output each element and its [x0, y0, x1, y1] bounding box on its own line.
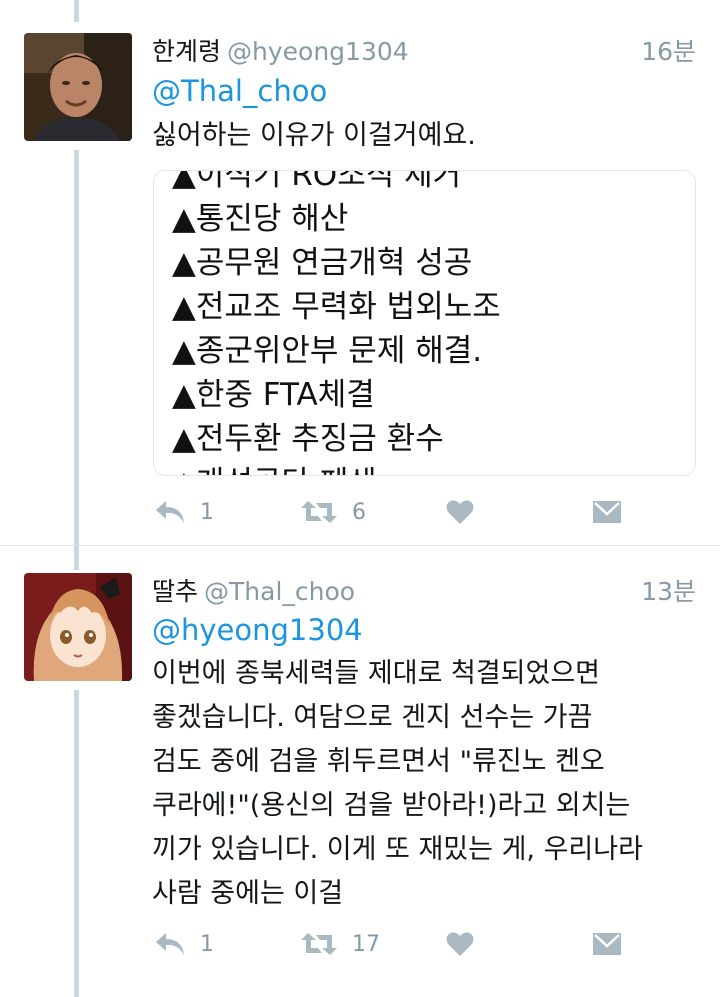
- heart-icon: [446, 500, 474, 524]
- reply-button[interactable]: 1: [154, 924, 214, 964]
- media-text-line: ▲전두환 추징금 환수: [172, 421, 444, 457]
- reply-button[interactable]: 1: [154, 492, 214, 532]
- timestamp[interactable]: 13분: [641, 572, 696, 608]
- retweet-count: 17: [352, 931, 380, 957]
- media-text-line: ▲공무원 연금개혁 성공: [172, 245, 473, 281]
- user-handle[interactable]: @hyeong1304: [227, 37, 409, 66]
- media-text-line: ▲종군위안부 문제 해결.: [172, 333, 483, 369]
- reply-count: 1: [200, 499, 214, 525]
- user-handle[interactable]: @Thal_choo: [204, 577, 355, 606]
- tweet-text-line: 싫어하는 이유가 이걸거예요.: [152, 120, 476, 151]
- tweet-text-line: 끼가 있습니다. 이게 또 재밌는 게, 우리나라: [152, 834, 643, 865]
- tweet-header: 한계령 @hyeong1304 16분: [152, 32, 696, 66]
- tweet-text-line: 검도 중에 검을 휘두르면서 "류진노 켄오: [152, 746, 605, 777]
- like-button[interactable]: [446, 924, 474, 964]
- tweet-text: 싫어하는 이유가 이걸거예요.: [152, 114, 476, 158]
- retweet-button[interactable]: 6: [300, 492, 366, 532]
- tweet-text-line: 좋겠습니다. 여담으로 겐지 선수는 가끔: [152, 702, 593, 733]
- retweet-icon: [301, 933, 337, 955]
- reply-icon: [156, 933, 184, 955]
- tweet-text-line: 쿠라에!"(용신의 검을 받아라!)라고 외치는: [152, 790, 631, 821]
- avatar[interactable]: [24, 573, 132, 681]
- retweet-icon: [301, 501, 337, 523]
- media-text-line: ▲한중 FTA체결: [172, 377, 375, 413]
- retweet-button[interactable]: 17: [300, 924, 380, 964]
- avatar-photo-man: [24, 33, 132, 141]
- tweet-text-line: 사람 중에는 이걸: [152, 878, 344, 909]
- like-button[interactable]: [446, 492, 474, 532]
- mention-link[interactable]: @hyeong1304: [152, 613, 363, 647]
- envelope-icon: [593, 501, 621, 523]
- media-text-line: ▲이석기 RO조직 제거: [172, 170, 462, 193]
- media-text-line: ▲개성공단 폐쇄: [172, 457, 377, 475]
- tweet-header: 딸추 @Thal_choo 13분: [152, 572, 696, 606]
- tweet-actions: 1 6: [152, 492, 696, 532]
- timestamp[interactable]: 16분: [641, 32, 696, 68]
- direct-message-button[interactable]: [592, 492, 622, 532]
- mention-link[interactable]: @Thal_choo: [152, 74, 327, 108]
- envelope-icon: [593, 933, 621, 955]
- display-name[interactable]: 딸추: [152, 577, 198, 606]
- direct-message-button[interactable]: [592, 924, 622, 964]
- tweet[interactable]: 딸추 @Thal_choo 13분 @hyeong1304 이번에 종북세력들 제…: [0, 546, 720, 997]
- attached-text-image[interactable]: ▲이석기 RO조직 제거 ▲통진당 해산 ▲공무원 연금개혁 성공 ▲전교조 무…: [153, 170, 696, 476]
- retweet-count: 6: [352, 499, 366, 525]
- heart-icon: [446, 932, 474, 956]
- reply-count: 1: [200, 931, 214, 957]
- tweet[interactable]: 한계령 @hyeong1304 16분 @Thal_choo 싫어하는 이유가 이…: [0, 0, 720, 545]
- tweet-text: 이번에 종북세력들 제대로 척결되었으면 좋겠습니다. 여담으로 겐지 선수는 …: [152, 652, 643, 916]
- tweet-text-line: 이번에 종북세력들 제대로 척결되었으면: [152, 658, 601, 689]
- media-text-line: ▲통진당 해산: [172, 201, 349, 237]
- reply-icon: [156, 501, 184, 523]
- avatar-anime-girl: [24, 573, 132, 681]
- tweet-actions: 1 17: [152, 924, 696, 964]
- media-text-line: ▲전교조 무력화 법외노조: [172, 289, 501, 325]
- avatar[interactable]: [24, 33, 132, 141]
- display-name[interactable]: 한계령: [152, 37, 221, 66]
